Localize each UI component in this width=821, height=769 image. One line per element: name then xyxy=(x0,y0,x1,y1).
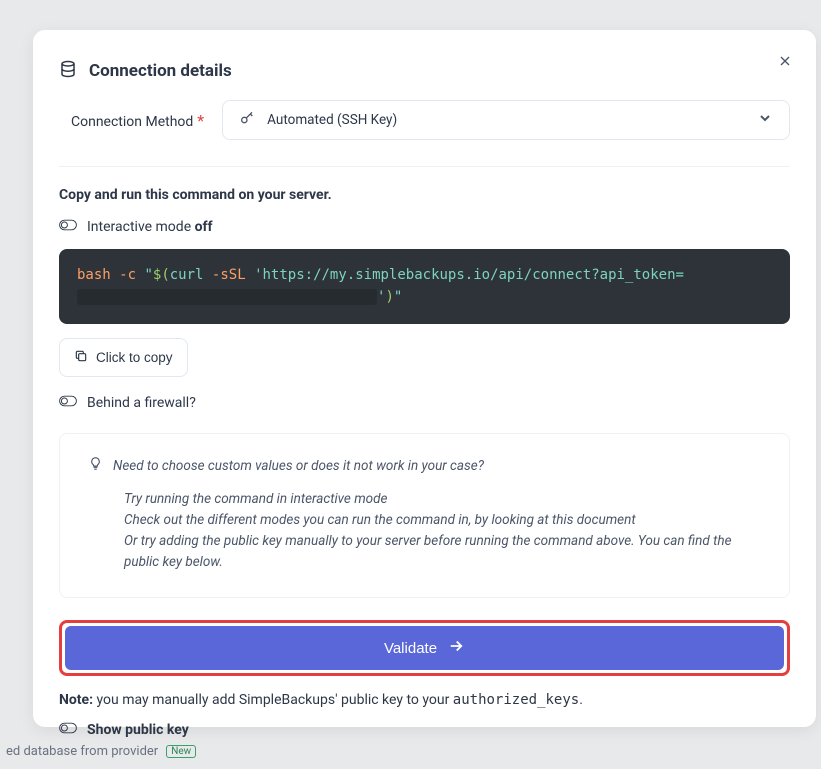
toggle-off-icon xyxy=(59,219,77,235)
connection-method-row: Connection Method * Automated (SSH Key) xyxy=(59,100,790,140)
chevron-down-icon xyxy=(757,110,773,130)
validate-label: Validate xyxy=(384,640,437,657)
copy-icon xyxy=(74,349,88,366)
command-instruction: Copy and run this command on your server… xyxy=(59,187,790,203)
toggle-off-icon xyxy=(59,722,77,738)
hint-header: Need to choose custom values or does it … xyxy=(88,456,761,475)
interactive-mode-toggle[interactable]: Interactive mode off xyxy=(59,219,790,235)
close-icon xyxy=(777,53,793,69)
background-fragment: ed database from provider New xyxy=(6,744,196,759)
connection-method-value: Automated (SSH Key) xyxy=(267,112,397,128)
key-icon xyxy=(239,110,255,130)
database-icon xyxy=(59,60,77,82)
new-badge: New xyxy=(166,745,196,758)
divider xyxy=(59,166,790,167)
background-text: ed database from provider xyxy=(6,744,158,759)
copy-label: Click to copy xyxy=(96,350,173,365)
arrow-right-icon xyxy=(447,637,465,659)
show-public-key-label: Show public key xyxy=(87,722,189,738)
hint-body: Try running the command in interactive m… xyxy=(88,489,761,573)
connection-details-modal: Connection details Connection Method * A… xyxy=(33,30,816,727)
toggle-off-icon xyxy=(59,395,77,411)
connection-method-label: Connection Method * xyxy=(71,111,204,130)
required-mark: * xyxy=(193,111,204,130)
connection-method-select[interactable]: Automated (SSH Key) xyxy=(222,100,790,140)
section-header: Connection details xyxy=(59,60,790,82)
lightbulb-icon xyxy=(88,456,103,475)
copy-button[interactable]: Click to copy xyxy=(59,338,188,377)
validate-button[interactable]: Validate xyxy=(65,626,784,670)
note-text: Note: you may manually add SimpleBackups… xyxy=(59,692,790,708)
firewall-toggle[interactable]: Behind a firewall? xyxy=(59,395,790,411)
show-public-key-toggle[interactable]: Show public key xyxy=(59,722,790,738)
validate-highlight: Validate xyxy=(59,620,790,676)
firewall-label: Behind a firewall? xyxy=(87,395,196,411)
command-code-block: bash -c "$(curl -sSL 'https://my.simpleb… xyxy=(59,249,790,324)
close-button[interactable] xyxy=(774,50,796,72)
hint-box: Need to choose custom values or does it … xyxy=(59,433,790,598)
section-title: Connection details xyxy=(89,61,232,81)
redacted-token xyxy=(77,289,377,305)
